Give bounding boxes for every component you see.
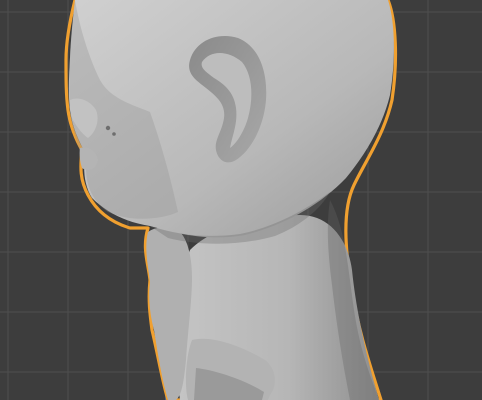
mesh-nostril — [105, 125, 111, 131]
viewport-canvas[interactable] — [0, 0, 482, 400]
3d-viewport[interactable] — [0, 0, 482, 400]
mesh-nostril — [112, 132, 116, 136]
